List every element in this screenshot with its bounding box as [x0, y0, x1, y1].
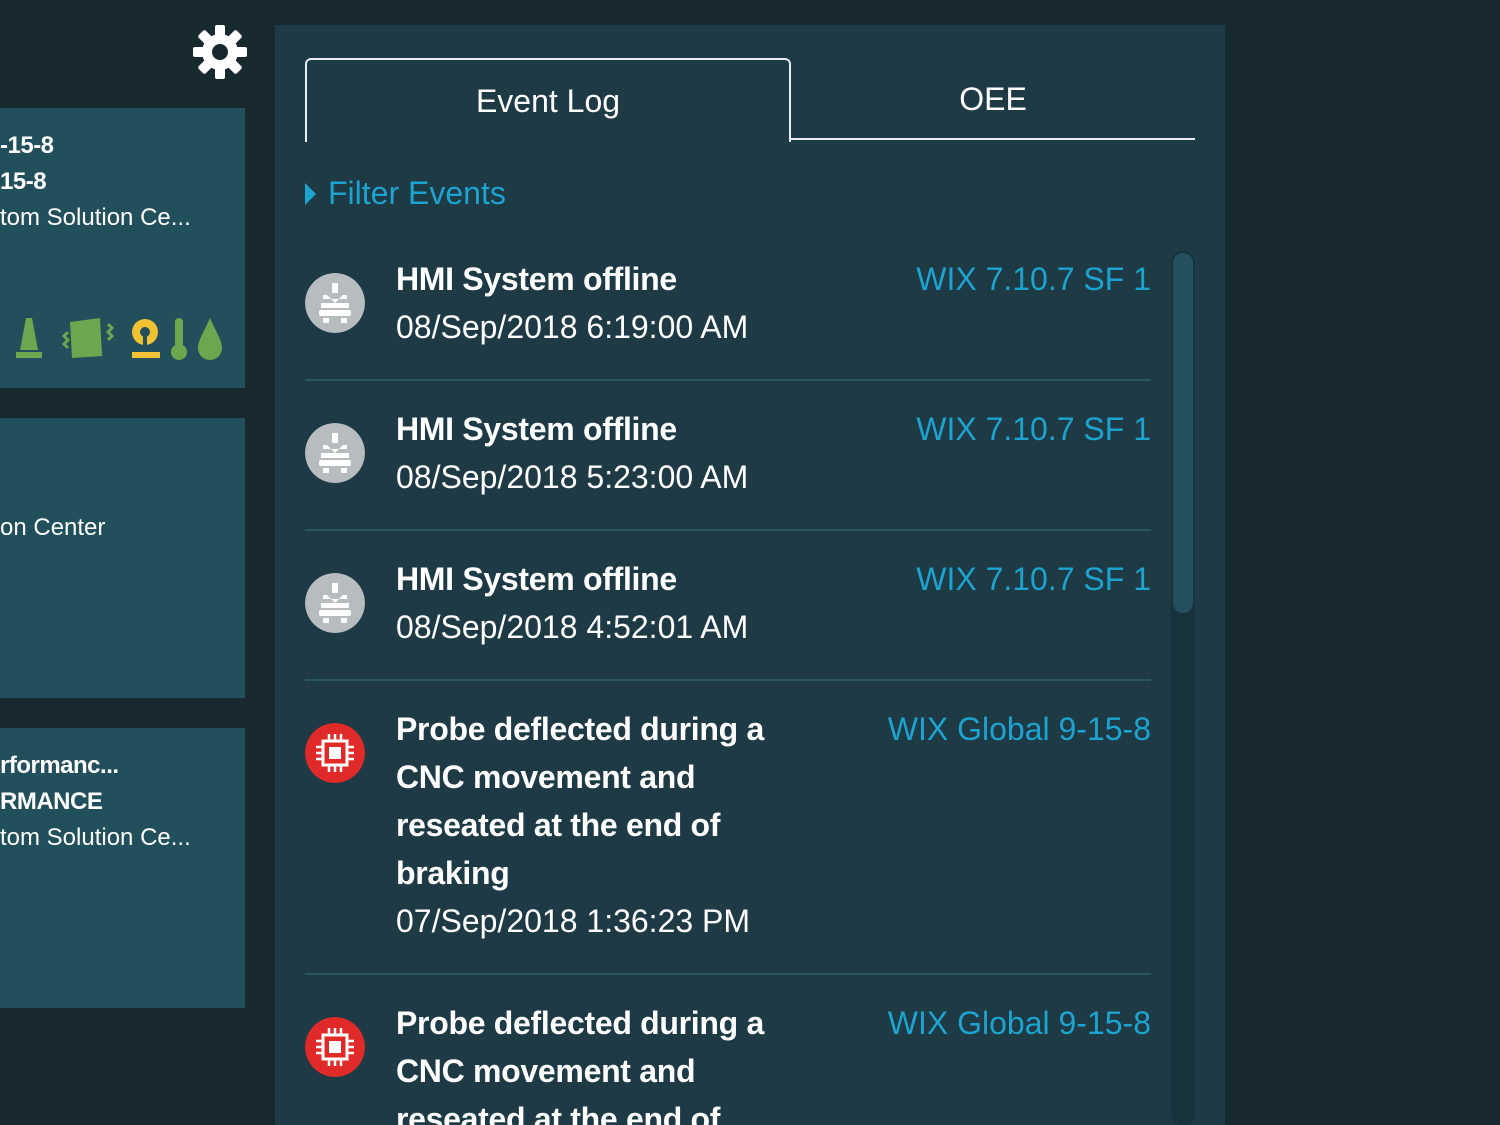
event-source: WIX 7.10.7 SF 1 [916, 561, 1151, 597]
event-time: 07/Sep/2018 1:36:23 PM [396, 903, 751, 939]
event-time: 08/Sep/2018 4:52:01 AM [396, 609, 749, 645]
tab-divider [791, 138, 1195, 140]
event-title: Probe deflected during a CNC movement an… [396, 1005, 764, 1125]
cone-icon [16, 318, 42, 358]
tab-label: OEE [959, 81, 1027, 117]
hmi-machine-icon [305, 273, 365, 333]
caret-right-icon [305, 182, 316, 205]
cpu-chip-icon [305, 1017, 365, 1077]
filter-events-toggle[interactable]: Filter Events [305, 175, 506, 212]
event-text: HMI System offline 08/Sep/2018 4:52:01 A… [396, 555, 826, 651]
event-text: HMI System offline 08/Sep/2018 6:19:00 A… [396, 255, 826, 351]
event-item[interactable]: HMI System offline 08/Sep/2018 6:19:00 A… [305, 251, 1151, 381]
machine-card[interactable]: -15-8 15-8 tom Solution Ce... [0, 108, 245, 388]
machine-name: -15-8 [0, 132, 54, 159]
machine-name: rformanc... [0, 752, 119, 779]
tab-oee[interactable]: OEE [791, 58, 1195, 141]
vibration-icon [61, 318, 115, 358]
event-list: HMI System offline 08/Sep/2018 6:19:00 A… [305, 251, 1151, 1125]
event-text: HMI System offline 08/Sep/2018 5:23:00 A… [396, 405, 826, 501]
machine-card[interactable]: on Center [0, 418, 245, 698]
machine-location: tom Solution Ce... [0, 204, 191, 231]
event-time: 08/Sep/2018 6:19:00 AM [396, 309, 749, 345]
event-source: WIX 7.10.7 SF 1 [916, 261, 1151, 297]
event-title: HMI System offline [396, 411, 677, 447]
status-icons [16, 318, 222, 360]
event-source: WIX Global 9-15-8 [887, 711, 1151, 747]
event-item[interactable]: HMI System offline 08/Sep/2018 4:52:01 A… [305, 531, 1151, 681]
machine-model: RMANCE [0, 788, 103, 815]
tab-event-log[interactable]: Event Log [305, 58, 791, 142]
tab-label: Event Log [475, 82, 621, 119]
event-item[interactable]: HMI System offline 08/Sep/2018 5:23:00 A… [305, 381, 1151, 531]
event-text: Probe deflected during a CNC movement an… [396, 705, 826, 945]
hmi-machine-icon [305, 573, 365, 633]
event-title: HMI System offline [396, 561, 677, 597]
gear-icon[interactable] [192, 24, 248, 80]
event-time: 08/Sep/2018 5:23:00 AM [396, 459, 749, 495]
filter-label: Filter Events [328, 175, 506, 211]
app-root: -15-8 15-8 tom Solution Ce... on Center … [0, 0, 1500, 1125]
coolant-drop-icon [198, 318, 222, 360]
hmi-machine-icon [305, 423, 365, 483]
event-item[interactable]: Probe deflected during a CNC movement an… [305, 975, 1151, 1125]
scrollbar-thumb[interactable] [1173, 253, 1193, 613]
machine-model: 15-8 [0, 168, 47, 195]
event-title: Probe deflected during a CNC movement an… [396, 711, 764, 891]
event-source: WIX 7.10.7 SF 1 [916, 411, 1151, 447]
cpu-chip-icon [305, 723, 365, 783]
temperature-icon [171, 318, 187, 360]
machine-location: tom Solution Ce... [0, 824, 191, 851]
event-title: HMI System offline [396, 261, 677, 297]
machine-card[interactable]: rformanc... RMANCE tom Solution Ce... [0, 728, 245, 1008]
machine-location: on Center [0, 514, 106, 541]
event-source: WIX Global 9-15-8 [887, 1005, 1151, 1041]
operator-icon [132, 319, 160, 358]
event-text: Probe deflected during a CNC movement an… [396, 999, 826, 1125]
event-panel: Event Log OEE Filter Events HMI System o… [275, 25, 1225, 1125]
event-item[interactable]: Probe deflected during a CNC movement an… [305, 681, 1151, 975]
